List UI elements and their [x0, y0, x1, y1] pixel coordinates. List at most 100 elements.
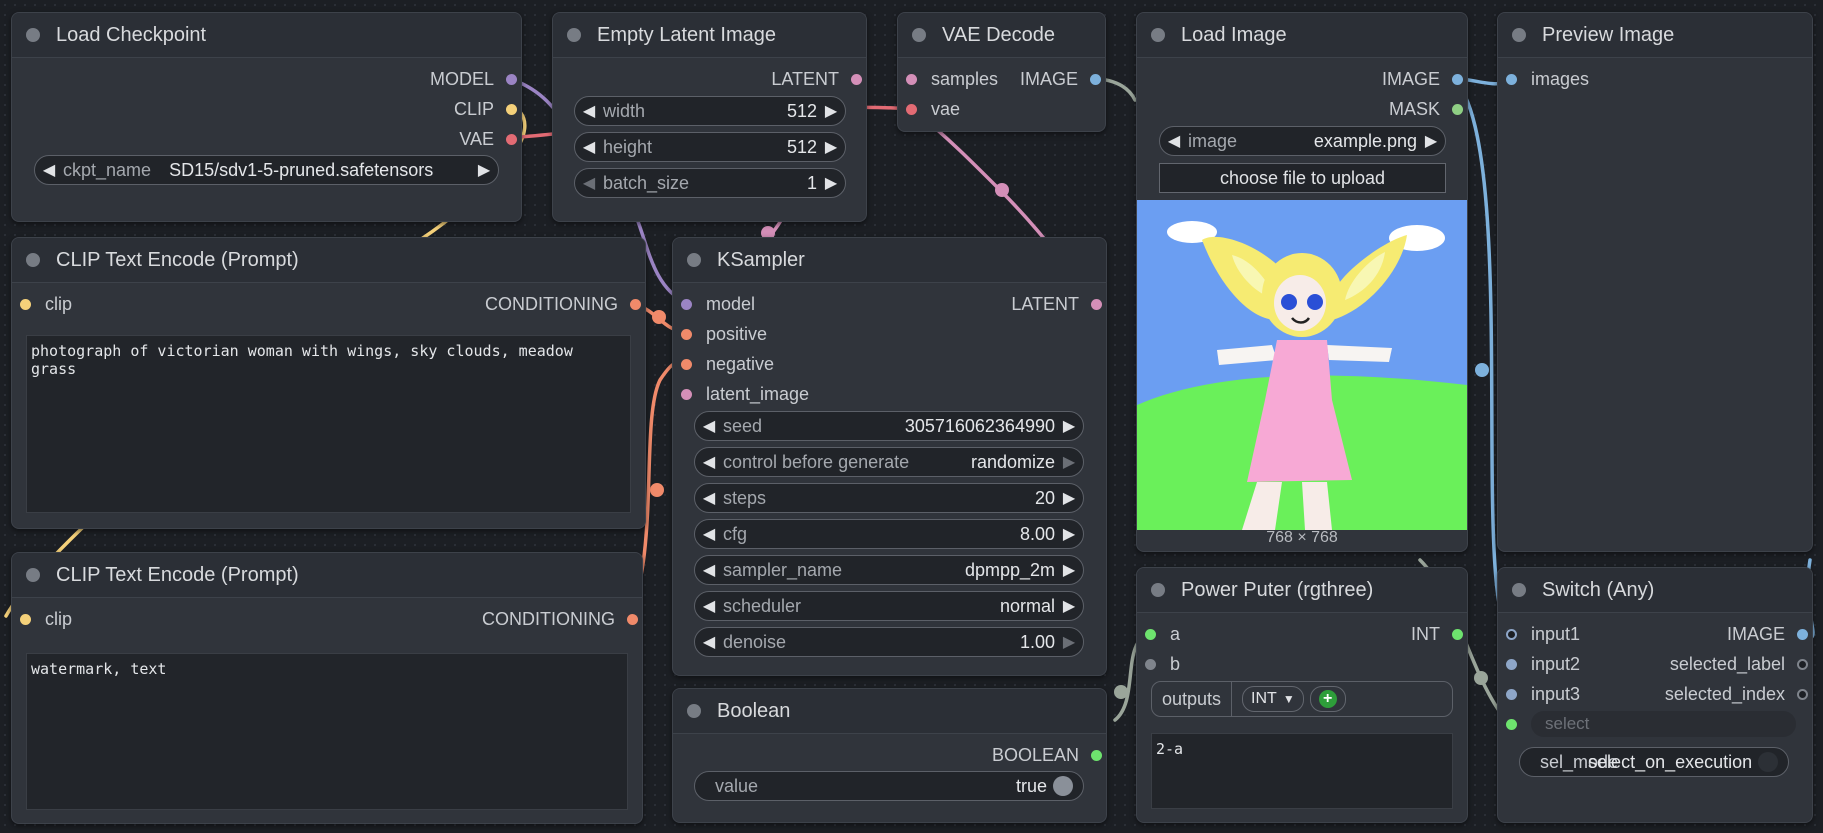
toggle-knob-icon[interactable] — [1053, 776, 1073, 796]
decrement-arrow-icon[interactable]: ◀ — [575, 101, 603, 121]
input-2[interactable]: input2 — [1506, 652, 1580, 676]
node-title-bar[interactable]: Empty Latent Image — [553, 13, 866, 58]
decrement-arrow-icon[interactable]: ◀ — [695, 416, 723, 436]
collapse-dot-icon[interactable] — [26, 253, 40, 267]
increment-arrow-icon[interactable]: ▶ — [1055, 524, 1083, 544]
increment-arrow-icon[interactable]: ▶ — [1055, 632, 1083, 652]
conditioning-socket-icon[interactable] — [627, 613, 638, 625]
collapse-dot-icon[interactable] — [687, 253, 701, 267]
value-toggle[interactable]: value true — [694, 771, 1084, 801]
latent-socket-icon[interactable] — [681, 388, 692, 400]
conditioning-socket-icon[interactable] — [681, 358, 692, 370]
any-socket-icon[interactable] — [1506, 628, 1517, 640]
node-title-bar[interactable]: CLIP Text Encode (Prompt) — [12, 553, 642, 598]
toggle-knob-icon[interactable] — [1758, 752, 1778, 772]
input-1[interactable]: input1 — [1506, 622, 1580, 646]
input-model[interactable]: model — [681, 292, 755, 316]
collapse-dot-icon[interactable] — [1151, 583, 1165, 597]
output-boolean[interactable]: BOOLEAN — [902, 743, 1106, 767]
model-socket-icon[interactable] — [681, 298, 692, 310]
boolean-socket-icon[interactable] — [1091, 749, 1102, 761]
output-conditioning[interactable]: CONDITIONING — [341, 292, 645, 316]
input-positive[interactable]: positive — [681, 322, 767, 346]
decrement-arrow-icon[interactable]: ◀ — [695, 488, 723, 508]
input-a[interactable]: a — [1145, 622, 1180, 646]
collapse-dot-icon[interactable] — [1151, 28, 1165, 42]
steps-widget[interactable]: ◀ steps 20 ▶ — [694, 483, 1084, 513]
clip-socket-icon[interactable] — [506, 103, 517, 115]
output-latent[interactable]: LATENT — [902, 292, 1106, 316]
output-image[interactable]: IMAGE — [1263, 67, 1467, 91]
any-socket-icon[interactable] — [1506, 658, 1517, 670]
image-socket-icon[interactable] — [1797, 628, 1808, 640]
prev-arrow-icon[interactable]: ◀ — [695, 560, 723, 580]
increment-arrow-icon[interactable]: ▶ — [817, 137, 845, 157]
prev-arrow-icon[interactable]: ◀ — [35, 160, 63, 180]
collapse-dot-icon[interactable] — [912, 28, 926, 42]
prev-arrow-icon[interactable]: ◀ — [1160, 131, 1188, 151]
node-boolean[interactable]: Boolean BOOLEAN value true — [672, 688, 1107, 823]
denoise-widget[interactable]: ◀ denoise 1.00 ▶ — [694, 627, 1084, 657]
image-socket-icon[interactable] — [1452, 73, 1463, 85]
output-int[interactable]: INT — [1343, 622, 1467, 646]
image-socket-icon[interactable] — [1090, 73, 1101, 85]
collapse-dot-icon[interactable] — [26, 568, 40, 582]
output-type-select[interactable]: INT ▼ — [1242, 686, 1304, 712]
vae-socket-icon[interactable] — [906, 103, 917, 115]
conditioning-socket-icon[interactable] — [630, 298, 641, 310]
decrement-arrow-icon[interactable]: ◀ — [575, 137, 603, 157]
input-3[interactable]: input3 — [1506, 682, 1580, 706]
scheduler-widget[interactable]: ◀ scheduler normal ▶ — [694, 591, 1084, 621]
batch-size-number-widget[interactable]: ◀ batch_size 1 ▶ — [574, 168, 846, 198]
output-vae[interactable]: VAE — [217, 127, 521, 151]
model-socket-icon[interactable] — [506, 73, 517, 85]
node-title-bar[interactable]: Load Checkpoint — [12, 13, 521, 58]
node-title-bar[interactable]: Preview Image — [1498, 13, 1812, 58]
select-widget[interactable]: select — [1531, 711, 1796, 737]
collapse-dot-icon[interactable] — [687, 704, 701, 718]
node-load-checkpoint[interactable]: Load Checkpoint MODEL CLIP VAE ◀ ckpt_na… — [11, 12, 522, 222]
node-title-bar[interactable]: CLIP Text Encode (Prompt) — [12, 238, 645, 283]
input-vae[interactable]: vae — [906, 97, 960, 121]
clip-socket-icon[interactable] — [20, 613, 31, 625]
node-title-bar[interactable]: Boolean — [673, 689, 1106, 734]
prompt-text-area[interactable]: watermark, text — [26, 653, 628, 810]
output-image[interactable]: IMAGE — [1608, 622, 1812, 646]
sel-mode-widget[interactable]: sel_mode select_on_execution — [1519, 747, 1789, 777]
input-images[interactable]: images — [1506, 67, 1589, 91]
collapse-dot-icon[interactable] — [1512, 28, 1526, 42]
collapse-dot-icon[interactable] — [26, 28, 40, 42]
input-latent-image[interactable]: latent_image — [681, 382, 809, 406]
increment-arrow-icon[interactable]: ▶ — [817, 173, 845, 193]
output-mask[interactable]: MASK — [1263, 97, 1467, 121]
decrement-arrow-icon[interactable]: ◀ — [695, 524, 723, 544]
node-switch-any[interactable]: Switch (Any) input1 input2 input3 IMAGE … — [1497, 567, 1813, 823]
input-clip[interactable]: clip — [20, 607, 72, 631]
prev-arrow-icon[interactable]: ◀ — [695, 452, 723, 472]
input-b[interactable]: b — [1145, 652, 1180, 676]
image-socket-icon[interactable] — [1506, 73, 1517, 85]
height-number-widget[interactable]: ◀ height 512 ▶ — [574, 132, 846, 162]
node-preview-image[interactable]: Preview Image images — [1497, 12, 1813, 552]
unlinked-socket-icon[interactable] — [1145, 658, 1156, 670]
input-select[interactable]: select — [1506, 711, 1796, 737]
increment-arrow-icon[interactable]: ▶ — [817, 101, 845, 121]
next-arrow-icon[interactable]: ▶ — [1055, 560, 1083, 580]
latent-socket-icon[interactable] — [851, 73, 862, 85]
conditioning-socket-icon[interactable] — [681, 328, 692, 340]
decrement-arrow-icon[interactable]: ◀ — [575, 173, 603, 193]
clip-socket-icon[interactable] — [20, 298, 31, 310]
prev-arrow-icon[interactable]: ◀ — [695, 596, 723, 616]
unlinked-socket-icon[interactable] — [1797, 658, 1808, 670]
image-combo[interactable]: ◀ image example.png ▶ — [1159, 126, 1446, 156]
output-model[interactable]: MODEL — [217, 67, 521, 91]
node-title-bar[interactable]: KSampler — [673, 238, 1106, 283]
choose-file-button[interactable]: choose file to upload — [1159, 163, 1446, 193]
next-arrow-icon[interactable]: ▶ — [1417, 131, 1445, 151]
node-title-bar[interactable]: Power Puter (rgthree) — [1137, 568, 1467, 613]
cfg-widget[interactable]: ◀ cfg 8.00 ▶ — [694, 519, 1084, 549]
input-clip[interactable]: clip — [20, 292, 72, 316]
node-vae-decode[interactable]: VAE Decode samples vae IMAGE — [897, 12, 1106, 132]
int-socket-icon[interactable] — [1145, 628, 1156, 640]
add-output-button[interactable]: + — [1309, 686, 1346, 712]
